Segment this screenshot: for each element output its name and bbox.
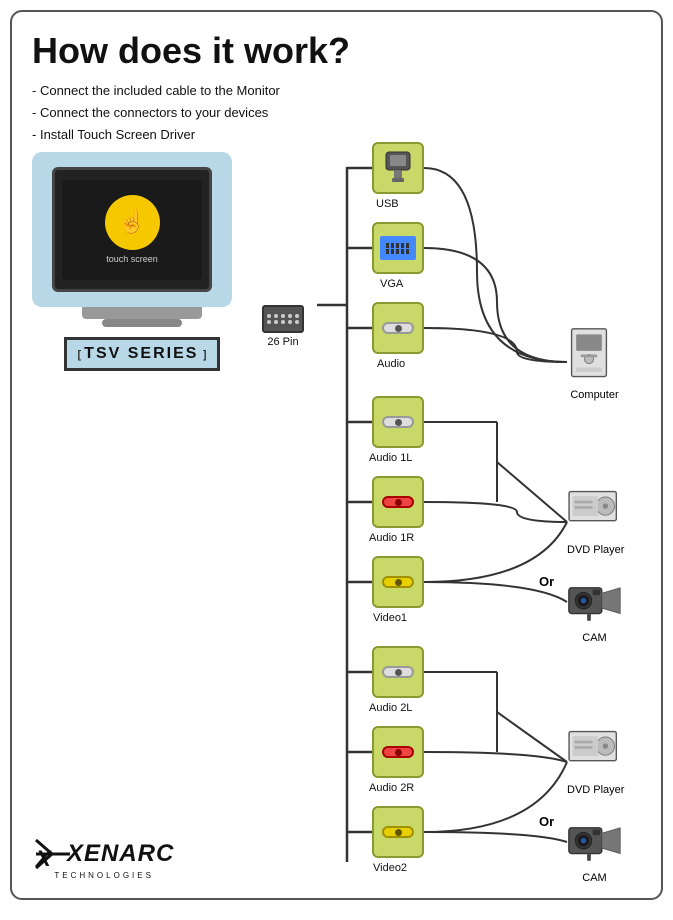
usb-icon	[380, 150, 416, 186]
audio1r-label: Audio 1R	[369, 532, 414, 544]
dvd2-icon	[567, 727, 622, 777]
tsv-label: TSV SERIES	[84, 345, 198, 362]
audio2l-connector-box	[372, 646, 424, 698]
monitor-text: touch screen	[106, 254, 158, 265]
vga-icon	[380, 236, 416, 260]
pin-connector: 26 Pin	[262, 305, 304, 348]
audio2r-label: Audio 2R	[369, 782, 414, 794]
monitor-section: ☝ touch screen [ TSV SERIES ]	[32, 152, 252, 371]
cam2-label: CAM	[567, 872, 622, 884]
video2-connector-box	[372, 806, 424, 858]
vga-connector-box	[372, 222, 424, 274]
page-container: How does it work? Connect the included c…	[10, 10, 663, 900]
dvd2-label: DVD Player	[567, 784, 624, 796]
tsv-label-container: [ TSV SERIES ]	[32, 337, 252, 371]
vga-pins	[386, 243, 410, 254]
logo-sub-text: TECHNOLOGIES	[34, 871, 174, 880]
or-label-2: Or	[539, 814, 554, 829]
cam2-icon	[567, 820, 622, 865]
audio2r-connector-box	[372, 726, 424, 778]
page-title: How does it work?	[32, 30, 641, 72]
audio-connector-box	[372, 302, 424, 354]
computer-label: Computer	[567, 389, 622, 401]
pin-label: 26 Pin	[267, 336, 298, 348]
cam1-label: CAM	[567, 632, 622, 644]
monitor-stand	[82, 307, 202, 319]
video1-label: Video1	[373, 612, 407, 624]
computer-device: Computer	[567, 327, 622, 401]
cam2-device: CAM	[567, 820, 622, 884]
monitor-box: ☝ touch screen	[32, 152, 232, 307]
cam1-device: CAM	[567, 580, 622, 644]
audio-label: Audio	[377, 358, 405, 370]
monitor-inner: ☝ touch screen	[52, 167, 212, 292]
video2-icon	[382, 826, 414, 838]
audio-icon	[382, 322, 414, 334]
usb-label: USB	[376, 198, 399, 210]
video1-icon	[382, 576, 414, 588]
connections-area: USB VGA Audio	[317, 142, 657, 902]
audio1l-connector-box	[372, 396, 424, 448]
vga-label: VGA	[380, 278, 403, 290]
xenarc-logo: X XENARC TECHNOLOGIES	[34, 838, 174, 880]
audio2l-icon	[382, 666, 414, 678]
audio1l-label: Audio 1L	[369, 452, 412, 464]
instruction-1: Connect the included cable to the Monito…	[32, 80, 641, 102]
touch-icon: ☝	[118, 209, 145, 235]
dvd1-icon	[567, 487, 622, 537]
video1-connector-box	[372, 556, 424, 608]
audio2l-label: Audio 2L	[369, 702, 412, 714]
dvd2-device: DVD Player	[567, 727, 624, 796]
audio1r-connector-box	[372, 476, 424, 528]
connector-dots	[267, 314, 300, 324]
svg-text:X: X	[34, 846, 52, 870]
instruction-2: Connect the connectors to your devices	[32, 102, 641, 124]
usb-connector-box	[372, 142, 424, 194]
or-label-1: Or	[539, 574, 554, 589]
instructions-list: Connect the included cable to the Monito…	[32, 80, 641, 146]
monitor-circle: ☝	[105, 195, 160, 250]
monitor-screen: ☝ touch screen	[62, 180, 202, 280]
monitor-base	[102, 319, 182, 327]
cam1-icon	[567, 580, 622, 625]
dvd1-label: DVD Player	[567, 544, 624, 556]
computer-icon	[567, 327, 622, 382]
connector-icon	[262, 305, 304, 333]
logo-brand-row: X XENARC	[34, 838, 174, 870]
audio1r-icon	[382, 496, 414, 508]
audio1l-icon	[382, 416, 414, 428]
logo-brand-text: XENARC	[67, 840, 174, 868]
audio2r-icon	[382, 746, 414, 758]
video2-label: Video2	[373, 862, 407, 874]
dvd1-device: DVD Player	[567, 487, 624, 556]
